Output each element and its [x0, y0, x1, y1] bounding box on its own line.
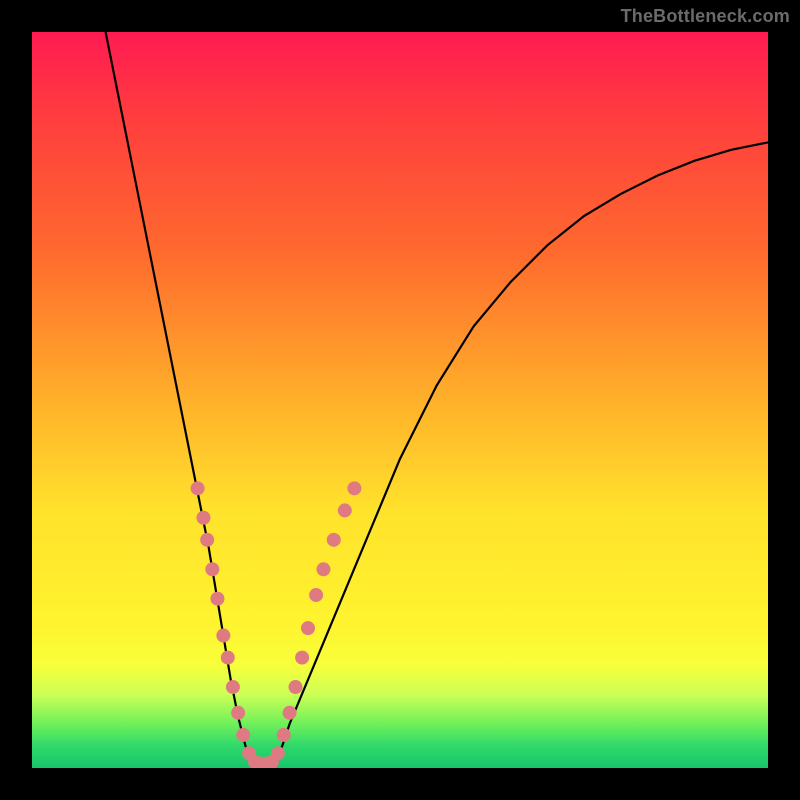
- curve-marker: [316, 562, 330, 576]
- curve-marker: [301, 621, 315, 635]
- curve-marker: [216, 629, 230, 643]
- watermark-text: TheBottleneck.com: [621, 6, 790, 27]
- curve-marker: [277, 728, 291, 742]
- curve-marker: [231, 706, 245, 720]
- curve-marker: [191, 481, 205, 495]
- curve-marker: [347, 481, 361, 495]
- curve-marker: [288, 680, 302, 694]
- curve-marker: [271, 746, 285, 760]
- bottleneck-curve-path: [106, 32, 768, 768]
- curve-marker: [196, 511, 210, 525]
- curve-marker: [210, 592, 224, 606]
- curve-marker: [283, 706, 297, 720]
- curve-marker: [295, 651, 309, 665]
- curve-marker: [221, 651, 235, 665]
- chart-container: TheBottleneck.com: [0, 0, 800, 800]
- curve-marker: [200, 533, 214, 547]
- plot-area: [32, 32, 768, 768]
- curve-marker: [226, 680, 240, 694]
- curve-markers: [191, 481, 362, 768]
- curve-marker: [327, 533, 341, 547]
- curve-marker: [205, 562, 219, 576]
- curve-svg: [32, 32, 768, 768]
- curve-marker: [309, 588, 323, 602]
- curve-marker: [338, 503, 352, 517]
- curve-marker: [236, 728, 250, 742]
